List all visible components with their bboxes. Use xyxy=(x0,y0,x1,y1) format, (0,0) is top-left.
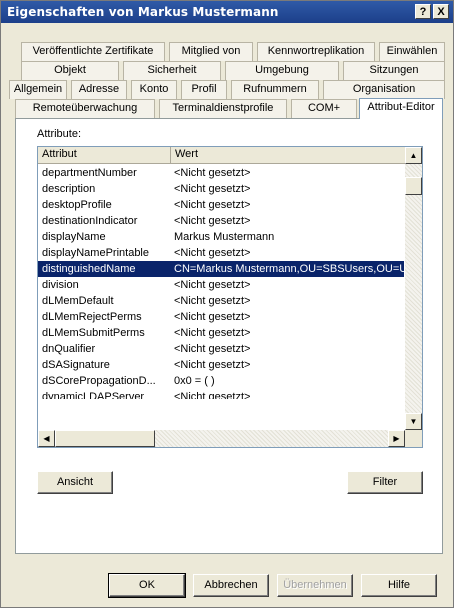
tab-address[interactable]: Adresse xyxy=(71,80,127,99)
list-item[interactable]: dSCorePropagationD... 0x0 = ( ) xyxy=(38,373,404,389)
tab-password-replication[interactable]: Kennwortreplikation xyxy=(257,42,375,61)
attribute-value: <Nicht gesetzt> xyxy=(174,215,251,227)
view-button[interactable]: Ansicht xyxy=(37,471,113,494)
tab-profile[interactable]: Profil xyxy=(181,80,227,99)
attribute-name: dnQualifier xyxy=(42,343,96,355)
list-item[interactable]: desktopProfile <Nicht gesetzt> xyxy=(38,197,404,213)
tab-com-plus[interactable]: COM+ xyxy=(291,99,357,118)
attribute-name: desktopProfile xyxy=(42,199,112,211)
attribute-name: displayNamePrintable xyxy=(42,247,149,259)
scroll-right-icon[interactable]: ▶ xyxy=(388,430,405,447)
list-item[interactable]: description <Nicht gesetzt> xyxy=(38,181,404,197)
list-item[interactable]: dLMemRejectPerms <Nicht gesetzt> xyxy=(38,309,404,325)
tab-dial-in[interactable]: Einwählen xyxy=(379,42,445,61)
tab-member-of[interactable]: Mitglied von xyxy=(169,42,253,61)
list-item[interactable]: dynamicLDAPServer <Nicht gesetzt> xyxy=(38,389,404,399)
attribute-value: <Nicht gesetzt> xyxy=(174,183,251,195)
horizontal-scrollbar[interactable]: ◀ ▶ xyxy=(38,430,405,447)
tab-telephones[interactable]: Rufnummern xyxy=(231,80,319,99)
attribute-list[interactable]: Attribut Wert departmentNumber <Nicht ges… xyxy=(37,146,423,448)
tab-sessions[interactable]: Sitzungen xyxy=(343,61,445,80)
attribute-name: distinguishedName xyxy=(42,263,136,275)
attribute-value: <Nicht gesetzt> xyxy=(174,247,251,259)
tab-organization[interactable]: Organisation xyxy=(323,80,445,99)
tab-account[interactable]: Konto xyxy=(131,80,177,99)
list-item[interactable]: displayNamePrintable <Nicht gesetzt> xyxy=(38,245,404,261)
attribute-name: departmentNumber xyxy=(42,167,137,179)
attribute-value: <Nicht gesetzt> xyxy=(174,279,251,291)
attribute-value: Markus Mustermann xyxy=(174,231,275,243)
tab-attribute-editor[interactable]: Attribut-Editor xyxy=(359,98,443,119)
attribute-name: dSCorePropagationD... xyxy=(42,375,156,387)
scroll-thumb-horizontal[interactable] xyxy=(55,430,155,447)
attribute-value: <Nicht gesetzt> xyxy=(174,391,251,399)
attribute-value: <Nicht gesetzt> xyxy=(174,167,251,179)
attribute-name: dSASignature xyxy=(42,359,110,371)
attribute-value: <Nicht gesetzt> xyxy=(174,199,251,211)
tab-general[interactable]: Allgemein xyxy=(9,80,67,99)
tab-environment[interactable]: Umgebung xyxy=(225,61,339,80)
scroll-down-icon[interactable]: ▼ xyxy=(405,413,422,430)
attribute-value: <Nicht gesetzt> xyxy=(174,327,251,339)
attribute-value: <Nicht gesetzt> xyxy=(174,343,251,355)
apply-button[interactable]: Übernehmen xyxy=(277,574,353,597)
list-item[interactable]: dSASignature <Nicht gesetzt> xyxy=(38,357,404,373)
vertical-scrollbar[interactable]: ▲ ▼ xyxy=(405,147,422,430)
attribute-value: <Nicht gesetzt> xyxy=(174,311,251,323)
list-item[interactable]: dnQualifier <Nicht gesetzt> xyxy=(38,341,404,357)
list-header: Attribut Wert xyxy=(38,147,405,164)
title-bar[interactable]: Eigenschaften von Markus Mustermann ? X xyxy=(1,1,453,23)
close-icon[interactable]: X xyxy=(433,4,449,19)
attribute-editor-panel: Attribute: Attribut Wert departmentNumbe… xyxy=(15,118,443,554)
cancel-button[interactable]: Abbrechen xyxy=(193,574,269,597)
attribute-name: displayName xyxy=(42,231,106,243)
scroll-thumb[interactable] xyxy=(405,177,422,195)
window-title: Eigenschaften von Markus Mustermann xyxy=(7,5,279,19)
attributes-label: Attribute: xyxy=(37,128,82,140)
tab-security[interactable]: Sicherheit xyxy=(123,61,221,80)
attribute-name: destinationIndicator xyxy=(42,215,138,227)
attribute-name: dLMemSubmitPerms xyxy=(42,327,145,339)
attribute-name: dLMemRejectPerms xyxy=(42,311,142,323)
column-header-attribute[interactable]: Attribut xyxy=(38,147,171,163)
list-item[interactable]: dLMemDefault <Nicht gesetzt> xyxy=(38,293,404,309)
filter-button[interactable]: Filter xyxy=(347,471,423,494)
tab-published-certificates[interactable]: Veröffentlichte Zertifikate xyxy=(21,42,165,61)
scroll-left-icon[interactable]: ◀ xyxy=(38,430,55,447)
attribute-value: <Nicht gesetzt> xyxy=(174,359,251,371)
tab-terminal-services-profile[interactable]: Terminaldienstprofile xyxy=(159,99,287,118)
attribute-name: division xyxy=(42,279,79,291)
ok-button[interactable]: OK xyxy=(108,573,186,598)
list-item[interactable]: division <Nicht gesetzt> xyxy=(38,277,404,293)
attribute-name: dynamicLDAPServer xyxy=(42,391,145,399)
attribute-value: 0x0 = ( ) xyxy=(174,375,215,387)
attribute-value: CN=Markus Mustermann,OU=SBSUsers,OU=User… xyxy=(174,263,404,275)
list-item[interactable]: destinationIndicator <Nicht gesetzt> xyxy=(38,213,404,229)
attribute-value: <Nicht gesetzt> xyxy=(174,295,251,307)
properties-dialog: Eigenschaften von Markus Mustermann ? X … xyxy=(0,0,454,608)
tab-remote-control[interactable]: Remoteüberwachung xyxy=(15,99,155,118)
column-header-value[interactable]: Wert xyxy=(171,147,405,163)
attribute-name: description xyxy=(42,183,96,195)
scroll-corner xyxy=(405,430,422,447)
tab-object[interactable]: Objekt xyxy=(21,61,119,80)
list-item-selected[interactable]: distinguishedName CN=Markus Mustermann,OU… xyxy=(38,261,404,277)
list-item[interactable]: displayName Markus Mustermann xyxy=(38,229,404,245)
list-item[interactable]: departmentNumber <Nicht gesetzt> xyxy=(38,165,404,181)
help-icon[interactable]: ? xyxy=(415,4,431,19)
attribute-name: dLMemDefault xyxy=(42,295,114,307)
help-button[interactable]: Hilfe xyxy=(361,574,437,597)
scroll-up-icon[interactable]: ▲ xyxy=(405,147,422,164)
list-item[interactable]: dLMemSubmitPerms <Nicht gesetzt> xyxy=(38,325,404,341)
